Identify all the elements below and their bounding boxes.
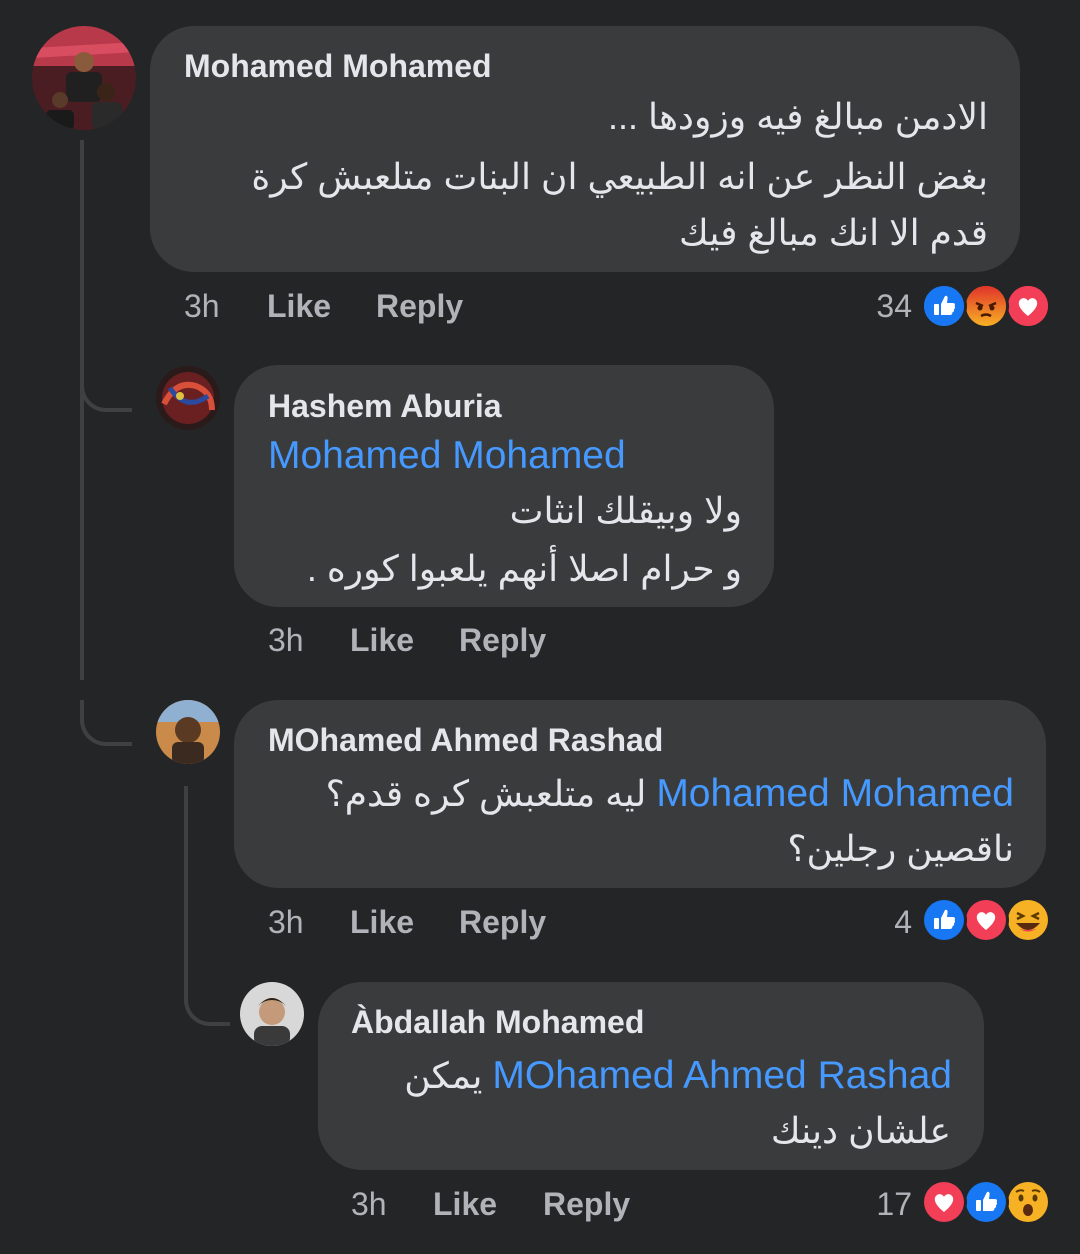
reply-button[interactable]: Reply: [543, 1186, 630, 1223]
reaction-count[interactable]: 34: [840, 288, 912, 325]
mention-link[interactable]: MOhamed Ahmed Rashad: [492, 1054, 952, 1097]
love-icon: [921, 1179, 967, 1225]
comment-time[interactable]: 3h: [268, 622, 304, 659]
comment-text: الادمن مبالغ فيه وزودها ...: [607, 96, 988, 137]
reply-button[interactable]: Reply: [376, 288, 463, 325]
angry-face-icon: [966, 286, 1006, 326]
avatar[interactable]: [156, 700, 220, 764]
avatar[interactable]: [240, 982, 304, 1046]
avatar-photo-icon: [156, 366, 220, 430]
comment-text: ناقصين رجلين؟: [787, 828, 1014, 869]
like-icon: [921, 897, 967, 943]
like-button[interactable]: Like: [267, 288, 331, 325]
reply-button[interactable]: Reply: [459, 622, 546, 659]
reaction-count[interactable]: 17: [840, 1186, 912, 1223]
haha-icon: [1005, 897, 1051, 943]
like-button[interactable]: Like: [350, 622, 414, 659]
comment-time[interactable]: 3h: [351, 1186, 387, 1223]
avatar-photo-icon: [240, 982, 304, 1046]
mention-link[interactable]: Mohamed Mohamed: [656, 772, 1014, 815]
thumbs-up-icon: [924, 286, 964, 326]
reply-button[interactable]: Reply: [459, 904, 546, 941]
thread-connector: [184, 980, 230, 1026]
comment-text: ولا وبيقلك انثات: [509, 490, 742, 531]
love-icon: [1008, 286, 1048, 326]
comment-author[interactable]: Mohamed Mohamed: [184, 48, 492, 85]
love-icon: [963, 897, 1009, 943]
comment-text: و حرام اصلا أنهم يلعبوا كوره .: [306, 548, 742, 589]
reaction-count[interactable]: 4: [850, 904, 912, 941]
comment-time[interactable]: 3h: [184, 288, 220, 325]
comment-author[interactable]: Àbdallah Mohamed: [351, 1004, 644, 1041]
comment-text: علشان دينك: [770, 1110, 951, 1151]
avatar-photo-icon: [156, 700, 220, 764]
avatar[interactable]: [156, 366, 220, 430]
wow-icon: [1005, 1179, 1051, 1225]
comment-text-line: Mohamed Mohamed ليه متلعبش كره قدم؟: [260, 772, 1014, 816]
thread-line-nested: [184, 786, 188, 986]
like-button[interactable]: Like: [350, 904, 414, 941]
comment-text: قدم الا انك مبالغ فيك: [679, 212, 988, 253]
thread-connector: [80, 700, 132, 746]
mention-link[interactable]: Mohamed Mohamed: [268, 434, 626, 478]
comment-author[interactable]: MOhamed Ahmed Rashad: [268, 722, 663, 759]
avatar-photo-icon: [32, 26, 136, 130]
comment-text: بغض النظر عن انه الطبيعي ان البنات متلعب…: [251, 156, 988, 197]
comment-author[interactable]: Hashem Aburia: [268, 388, 502, 425]
thread-connector: [80, 370, 132, 412]
comment-time[interactable]: 3h: [268, 904, 304, 941]
like-icon: [963, 1179, 1009, 1225]
comment-text-line: MOhamed Ahmed Rashad يمكن: [340, 1054, 952, 1098]
avatar[interactable]: [32, 26, 136, 130]
thread-line-main: [80, 140, 84, 680]
comment-text: ليه متلعبش كره قدم؟: [325, 773, 647, 814]
comment-text: يمكن: [404, 1055, 483, 1096]
like-button[interactable]: Like: [433, 1186, 497, 1223]
